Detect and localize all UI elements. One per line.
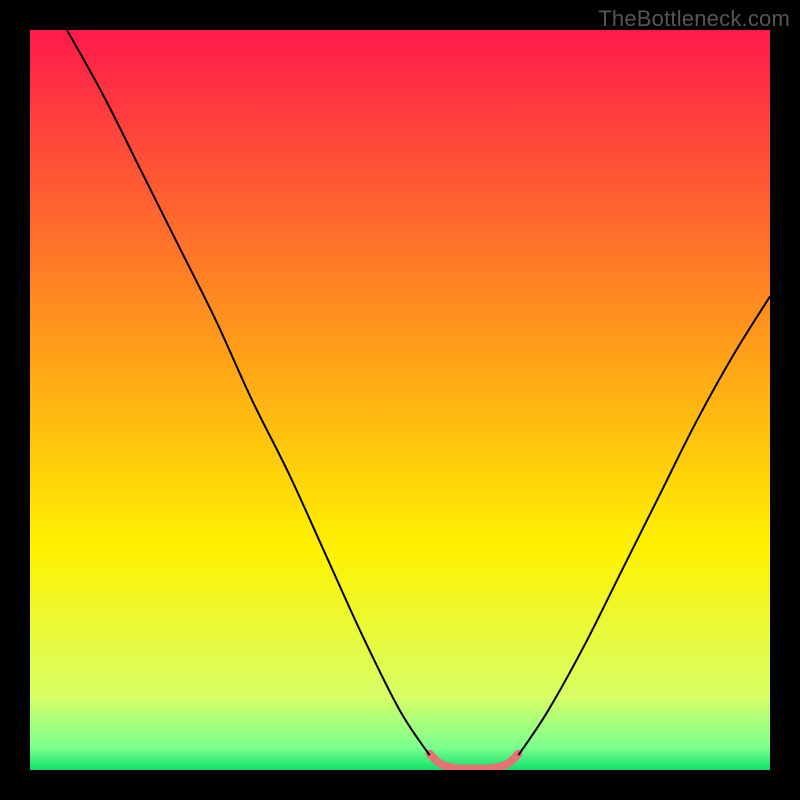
chart-plot-area: [30, 30, 770, 770]
chart-background: [30, 30, 770, 770]
chart-svg: [30, 30, 770, 770]
chart-stage: TheBottleneck.com: [0, 0, 800, 800]
watermark-text: TheBottleneck.com: [598, 6, 790, 32]
